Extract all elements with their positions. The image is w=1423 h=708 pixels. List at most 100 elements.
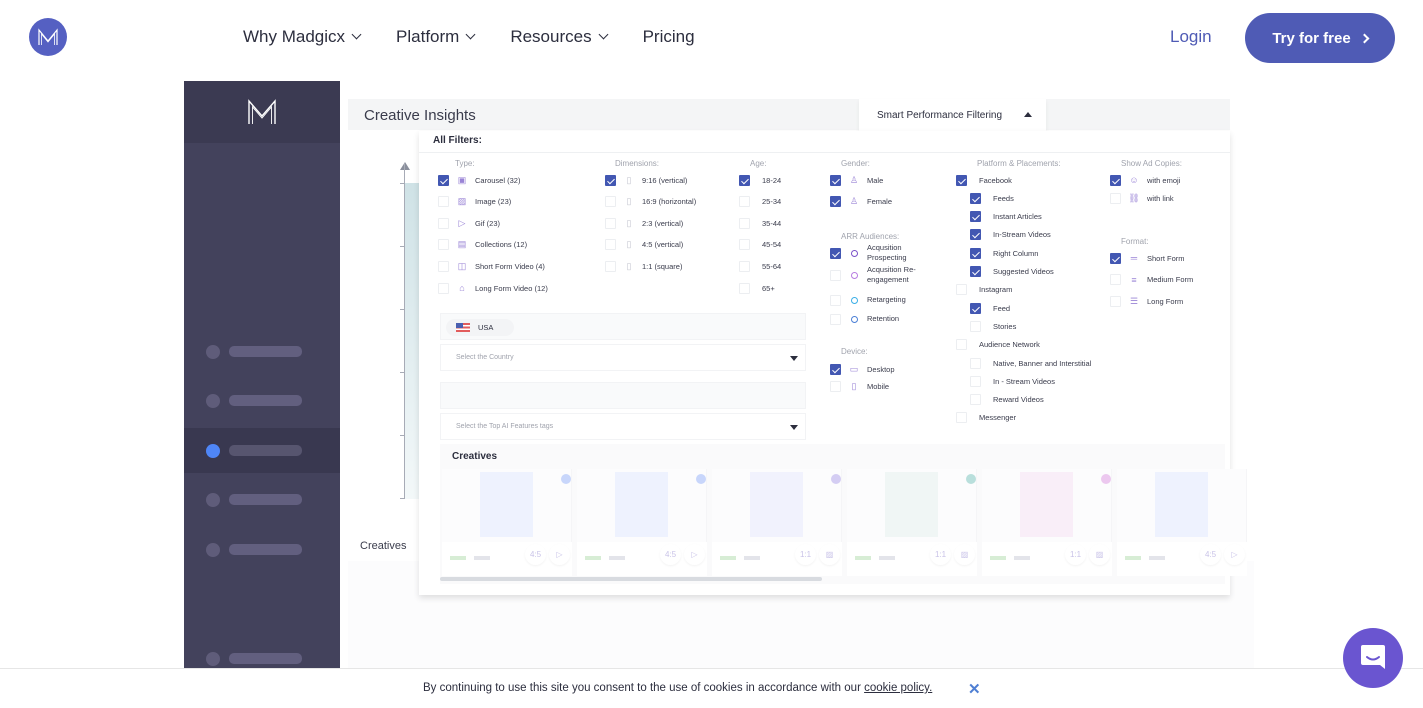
filter-option[interactable]: ⌂ Long Form Video (12) bbox=[438, 282, 548, 294]
checkbox[interactable] bbox=[1110, 274, 1121, 285]
filter-option[interactable]: ⛓ with link bbox=[1110, 192, 1174, 204]
filter-option[interactable]: ▨ Image (23) bbox=[438, 196, 511, 208]
checkbox[interactable] bbox=[830, 363, 841, 375]
filter-option[interactable]: ▯ 4:5 (vertical) bbox=[605, 239, 683, 251]
creative-card[interactable]: 1:1 ▨ bbox=[712, 469, 842, 576]
sidebar-item-active[interactable] bbox=[184, 428, 340, 473]
filter-option[interactable]: Instagram bbox=[956, 284, 1012, 296]
checkbox[interactable] bbox=[970, 375, 981, 387]
filter-option[interactable]: ▯ 2:3 (vertical) bbox=[605, 217, 683, 229]
filter-option[interactable]: ▯ 16:9 (horizontal) bbox=[605, 196, 696, 208]
sidebar-item[interactable] bbox=[184, 329, 340, 374]
filter-option[interactable]: 45-54 bbox=[739, 239, 781, 251]
checkbox[interactable] bbox=[970, 211, 981, 223]
sidebar-item[interactable] bbox=[184, 477, 340, 522]
checkbox[interactable] bbox=[970, 192, 981, 204]
filter-option[interactable]: ▯ 9:16 (vertical) bbox=[605, 174, 687, 186]
filter-option[interactable]: Acqusition Prospecting bbox=[830, 243, 927, 262]
checkbox[interactable] bbox=[970, 247, 981, 259]
checkbox[interactable] bbox=[1110, 252, 1121, 264]
checkbox[interactable] bbox=[830, 269, 841, 281]
filter-option[interactable]: 35-44 bbox=[739, 217, 781, 229]
checkbox[interactable] bbox=[739, 217, 750, 229]
filter-option[interactable]: Native, Banner and Interstitial bbox=[970, 357, 1091, 369]
nav-why-madgicx[interactable]: Why Madgicx bbox=[243, 27, 362, 47]
filter-option[interactable]: ▯ Mobile bbox=[830, 380, 889, 392]
chat-launcher-button[interactable] bbox=[1343, 628, 1403, 688]
checkbox[interactable] bbox=[739, 174, 750, 186]
checkbox[interactable] bbox=[605, 196, 616, 208]
filter-option[interactable]: ═ Short Form bbox=[1110, 252, 1185, 264]
filter-option[interactable]: ◫ Short Form Video (4) bbox=[438, 260, 545, 272]
checkbox[interactable] bbox=[970, 229, 981, 241]
filter-option[interactable]: 55-64 bbox=[739, 260, 781, 272]
filter-option[interactable]: Messenger bbox=[956, 412, 1016, 424]
checkbox[interactable] bbox=[1110, 174, 1121, 186]
checkbox[interactable] bbox=[970, 357, 981, 369]
checkbox[interactable] bbox=[605, 260, 616, 272]
filter-option[interactable]: ▷ Gif (23) bbox=[438, 217, 500, 229]
madgicx-logo-icon[interactable] bbox=[29, 18, 67, 56]
smart-performance-filtering-toggle[interactable]: Smart Performance Filtering bbox=[859, 99, 1046, 131]
sidebar-item[interactable] bbox=[184, 527, 340, 572]
nav-pricing[interactable]: Pricing bbox=[643, 27, 695, 47]
sidebar-item[interactable] bbox=[184, 378, 340, 423]
filter-option[interactable]: 65+ bbox=[739, 282, 775, 294]
filter-option[interactable]: Reward Videos bbox=[970, 394, 1044, 406]
filter-option[interactable]: Stories bbox=[970, 320, 1016, 332]
checkbox[interactable] bbox=[438, 239, 449, 251]
checkbox[interactable] bbox=[438, 282, 449, 294]
checkbox[interactable] bbox=[830, 294, 841, 306]
checkbox[interactable] bbox=[438, 174, 449, 186]
checkbox[interactable] bbox=[1110, 192, 1121, 204]
filter-option[interactable]: ▣ Carousel (32) bbox=[438, 174, 520, 186]
login-link[interactable]: Login bbox=[1170, 27, 1212, 47]
close-icon[interactable]: ✕ bbox=[968, 680, 981, 698]
cookie-policy-link[interactable]: cookie policy. bbox=[864, 682, 932, 694]
filter-option[interactable]: Suggested Videos bbox=[970, 266, 1054, 278]
filter-option[interactable]: ☺ with emoji bbox=[1110, 174, 1180, 186]
checkbox[interactable] bbox=[739, 196, 750, 208]
filter-option[interactable]: In-Stream Videos bbox=[970, 229, 1051, 241]
filter-option[interactable]: ≡ Medium Form bbox=[1110, 274, 1193, 286]
checkbox[interactable] bbox=[830, 247, 841, 259]
checkbox[interactable] bbox=[830, 313, 841, 325]
filter-option[interactable]: ☰ Long Form bbox=[1110, 295, 1183, 307]
checkbox[interactable] bbox=[956, 412, 967, 424]
nav-platform[interactable]: Platform bbox=[396, 27, 476, 47]
checkbox[interactable] bbox=[438, 217, 449, 229]
filter-option[interactable]: Acqusition Re-engagement bbox=[830, 265, 927, 284]
filter-option[interactable]: Facebook bbox=[956, 174, 1012, 186]
nav-resources[interactable]: Resources bbox=[510, 27, 609, 47]
ai-tags-select[interactable]: Select the Top AI Features tags bbox=[440, 413, 806, 440]
filter-option[interactable]: ▤ Collections (12) bbox=[438, 239, 527, 251]
filter-option[interactable]: 25-34 bbox=[739, 196, 781, 208]
filter-option[interactable]: Feeds bbox=[970, 192, 1014, 204]
checkbox[interactable] bbox=[605, 217, 616, 229]
filter-option[interactable]: Audience Network bbox=[956, 339, 1040, 351]
creative-card[interactable]: 4:5 ▷ bbox=[442, 469, 572, 576]
checkbox[interactable] bbox=[605, 239, 616, 251]
filter-option[interactable]: 18-24 bbox=[739, 174, 781, 186]
filter-option[interactable]: Right Column bbox=[970, 247, 1038, 259]
horizontal-scrollbar[interactable] bbox=[440, 577, 822, 581]
filter-option[interactable]: Feed bbox=[970, 302, 1010, 314]
creative-card[interactable]: 1:1 ▨ bbox=[982, 469, 1112, 576]
checkbox[interactable] bbox=[830, 195, 841, 207]
filter-option[interactable]: ♙ Male bbox=[830, 174, 883, 186]
creative-card[interactable]: 1:1 ▨ bbox=[847, 469, 977, 576]
try-for-free-button[interactable]: Try for free bbox=[1245, 13, 1395, 63]
filter-option[interactable]: Retention bbox=[830, 313, 927, 325]
checkbox[interactable] bbox=[605, 174, 616, 186]
checkbox[interactable] bbox=[970, 266, 981, 277]
checkbox[interactable] bbox=[739, 282, 750, 294]
checkbox[interactable] bbox=[830, 174, 841, 186]
checkbox[interactable] bbox=[956, 284, 967, 296]
checkbox[interactable] bbox=[830, 380, 841, 392]
country-select[interactable]: Select the Country bbox=[440, 344, 806, 371]
checkbox[interactable] bbox=[970, 320, 981, 332]
creative-card[interactable]: 4:5 ▷ bbox=[1117, 469, 1247, 576]
checkbox[interactable] bbox=[438, 260, 449, 272]
filter-option[interactable]: ♙ Female bbox=[830, 195, 892, 207]
checkbox[interactable] bbox=[970, 394, 981, 406]
